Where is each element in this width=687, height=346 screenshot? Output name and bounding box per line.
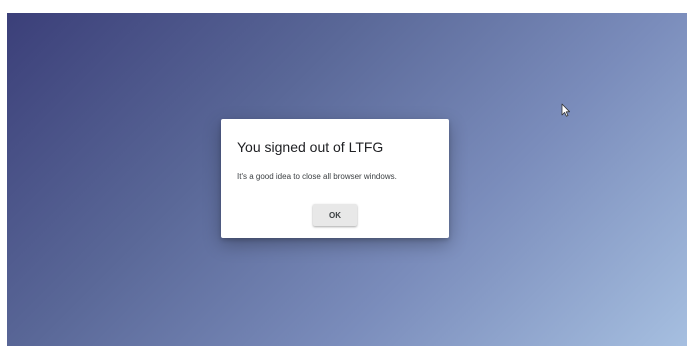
dialog-message: It's a good idea to close all browser wi… <box>237 172 397 181</box>
screen: You signed out of LTFG It's a good idea … <box>0 0 687 346</box>
dialog-title: You signed out of LTFG <box>237 139 384 155</box>
ok-button[interactable]: OK <box>313 204 357 226</box>
desktop-background: You signed out of LTFG It's a good idea … <box>7 13 687 346</box>
mouse-pointer-icon <box>561 103 570 117</box>
signout-dialog: You signed out of LTFG It's a good idea … <box>221 119 449 238</box>
